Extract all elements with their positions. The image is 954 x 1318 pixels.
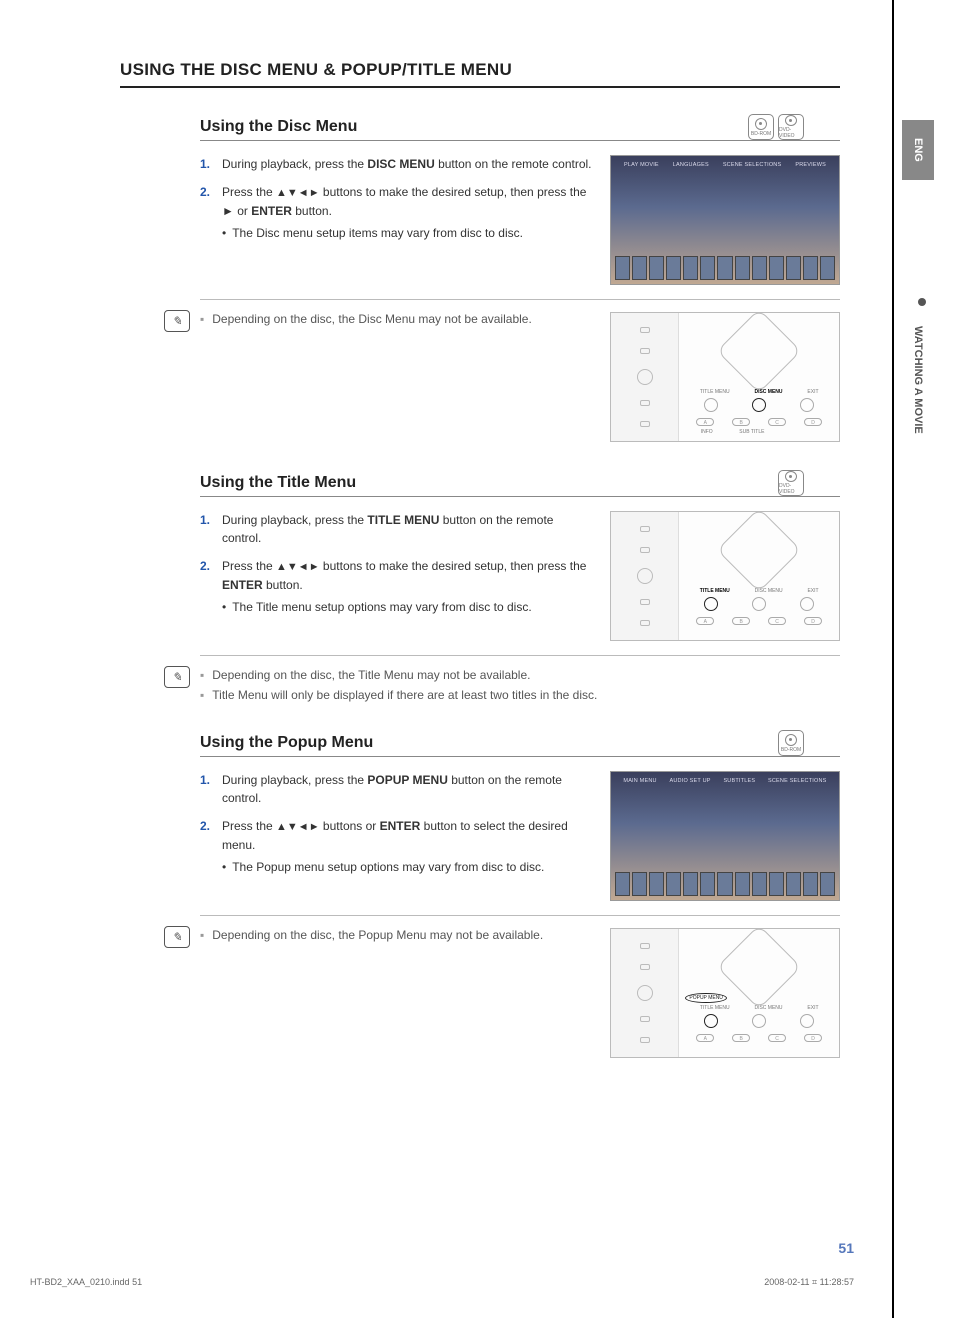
note-title-1: ▪Depending on the disc, the Title Menu m… [200,668,840,682]
footer: HT-BD2_XAA_0210.indd 51 2008-02-11 ⌗ 11:… [30,1277,854,1288]
note-icon: ✎ [164,926,190,948]
side-tab-section: WATCHING A MOVIE [902,280,934,480]
step-1: 1. During playback, press the POPUP MENU… [200,771,592,807]
heading-title-menu: Using the Title Menu [200,474,840,497]
dvd-video-icon: DVD-VIDEO [778,114,804,140]
dvd-video-icon: DVD-VIDEO [778,470,804,496]
note-title-2: ▪Title Menu will only be displayed if th… [200,688,840,702]
remote-diagram-title: TITLE MENUDISC MENUEXIT ABCD [610,511,840,641]
side-tab-lang: ENG [902,120,934,180]
step-2: 2. Press the ▲▼◄► buttons to make the de… [200,557,592,616]
bd-rom-icon: BD-ROM [778,730,804,756]
heading-popup-menu: Using the Popup Menu [200,734,840,757]
remote-diagram-popup: POPUP MENU TITLE MENUDISC MENUEXIT ABCD [610,928,840,1058]
section-title-menu: DVD-VIDEO Using the Title Menu 1. During… [120,474,840,702]
footer-right: 2008-02-11 ⌗ 11:28:57 [764,1277,854,1288]
page-title: USING THE DISC MENU & POPUP/TITLE MENU [120,60,840,88]
note-popup: ▪Depending on the disc, the Popup Menu m… [200,928,592,942]
page-number: 51 [838,1240,854,1256]
heading-disc-menu: Using the Disc Menu [200,118,840,141]
screenshot-disc-menu: PLAY MOVIE LANGUAGES SCENE SELECTIONS PR… [610,155,840,285]
format-icons-popup: BD-ROM [778,730,804,756]
bd-rom-icon: BD-ROM [748,114,774,140]
footer-left: HT-BD2_XAA_0210.indd 51 [30,1277,142,1288]
format-icons-disc: BD-ROM DVD-VIDEO [748,114,804,140]
page-edge [892,0,894,1318]
step-2: 2. Press the ▲▼◄► buttons to make the de… [200,183,592,242]
note-disc: ▪Depending on the disc, the Disc Menu ma… [200,312,592,326]
step-2: 2. Press the ▲▼◄► buttons or ENTER butto… [200,817,592,876]
step-1: 1. During playback, press the DISC MENU … [200,155,592,173]
section-popup-menu: BD-ROM Using the Popup Menu 1. During pl… [120,734,840,1058]
note-icon: ✎ [164,666,190,688]
screenshot-popup-menu: MAIN MENU AUDIO SET UP SUBTITLES SCENE S… [610,771,840,901]
format-icons-title: DVD-VIDEO [778,470,804,496]
remote-diagram-disc: TITLE MENUDISC MENUEXIT ABCD INFOSUB TIT… [610,312,840,442]
section-disc-menu: BD-ROM DVD-VIDEO Using the Disc Menu 1. … [120,118,840,442]
note-icon: ✎ [164,310,190,332]
step-1: 1. During playback, press the TITLE MENU… [200,511,592,547]
